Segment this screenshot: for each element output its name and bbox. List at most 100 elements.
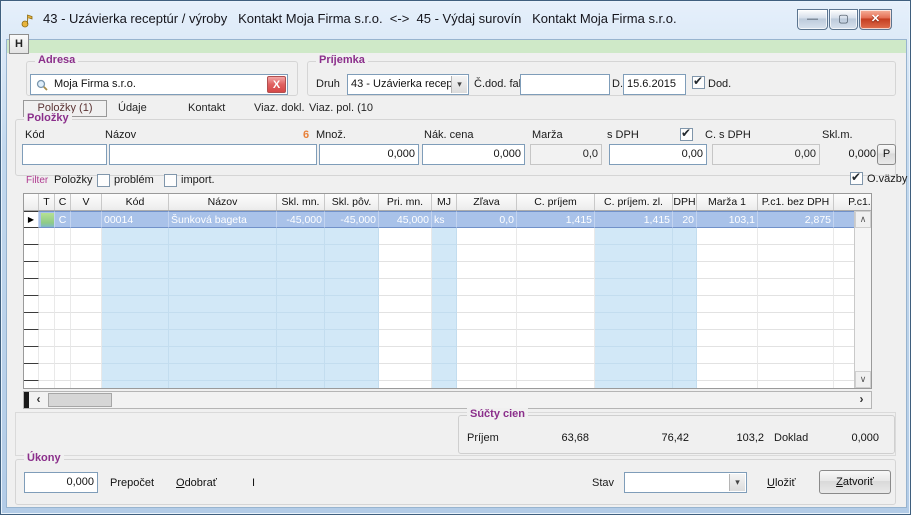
polozky-group: Položky Kód Názov 6 Množ. Nák. cena Marž… bbox=[15, 119, 896, 176]
scrollbar-thumb[interactable] bbox=[48, 393, 112, 407]
sdph-input[interactable]: 0,00 bbox=[609, 144, 707, 165]
row-marker-icon: ▶ bbox=[24, 211, 39, 228]
column-header-P.c1. s[interactable]: P.c1. s bbox=[834, 194, 872, 210]
ovazby-checkbox[interactable] bbox=[850, 172, 863, 185]
dod-label: Dod. bbox=[708, 78, 731, 90]
table-row-empty[interactable] bbox=[24, 364, 856, 381]
sdph-label: s DPH bbox=[607, 129, 639, 141]
tab-viaz-dokl[interactable]: Viaz. dokl. bbox=[254, 102, 305, 119]
stav-combobox[interactable]: ▾ bbox=[624, 472, 747, 493]
column-header-Marža 1[interactable]: Marža 1 bbox=[697, 194, 758, 210]
vertical-scrollbar[interactable]: ∧ ∨ bbox=[854, 211, 871, 388]
druh-combobox[interactable]: 43 - Uzávierka receptúr / ▾ bbox=[347, 74, 469, 95]
table-row-selected[interactable]: ▶C00014Šunková bageta-45,000-45,00045,00… bbox=[24, 211, 856, 228]
tab-kontakt[interactable]: Kontakt bbox=[188, 102, 225, 119]
column-header-Zľava[interactable]: Zľava bbox=[457, 194, 517, 210]
count-badge: 6 bbox=[303, 129, 309, 141]
column-header-Skl. pôv.[interactable]: Skl. pôv. bbox=[325, 194, 379, 210]
maximize-button[interactable]: ▢ bbox=[829, 9, 858, 30]
import-label: import. bbox=[181, 174, 215, 186]
column-header-C[interactable]: C bbox=[55, 194, 71, 210]
adresa-group: Adresa Moja Firma s.r.o. X bbox=[26, 61, 298, 96]
druh-label: Druh bbox=[316, 78, 340, 90]
sucty-legend: Súčty cien bbox=[467, 408, 528, 420]
odobrat-action[interactable]: Odobrať bbox=[176, 477, 217, 489]
grid-header: TCVKódNázovSkl. mn.Skl. pôv.Pri. mn.MJZľ… bbox=[24, 194, 871, 211]
problem-label: problém bbox=[114, 174, 154, 186]
table-row-empty[interactable] bbox=[24, 330, 856, 347]
table-row-empty[interactable] bbox=[24, 262, 856, 279]
horizontal-scrollbar[interactable]: ‹ › bbox=[23, 391, 872, 409]
kod-label: Kód bbox=[25, 129, 45, 141]
column-header-Názov[interactable]: Názov bbox=[169, 194, 277, 210]
minimize-button[interactable]: — bbox=[797, 9, 828, 30]
dod-checkbox[interactable] bbox=[692, 76, 705, 89]
h-button[interactable]: H bbox=[9, 34, 29, 54]
column-header-Skl. mn.[interactable]: Skl. mn. bbox=[277, 194, 325, 210]
grid-splitter-handle[interactable] bbox=[24, 392, 29, 408]
row-status-indicator bbox=[41, 213, 54, 227]
scroll-left-icon[interactable]: ‹ bbox=[30, 392, 47, 408]
window-title: 43 - Uzávierka receptúr / výroby Kontakt… bbox=[43, 11, 677, 26]
import-checkbox[interactable] bbox=[164, 174, 177, 187]
app-icon bbox=[19, 12, 35, 28]
column-header-marker[interactable] bbox=[24, 194, 39, 210]
chevron-down-icon[interactable]: ▾ bbox=[729, 474, 745, 491]
column-header-V[interactable]: V bbox=[71, 194, 102, 210]
filter-label: Filter bbox=[26, 175, 48, 186]
tab-udaje[interactable]: Údaje bbox=[118, 102, 147, 119]
scroll-down-icon[interactable]: ∨ bbox=[855, 371, 871, 388]
marza-label: Marža bbox=[532, 129, 563, 141]
marza-field: 0,0 bbox=[530, 144, 602, 165]
scroll-right-icon[interactable]: › bbox=[853, 392, 870, 408]
p-button[interactable]: P bbox=[877, 144, 896, 165]
ovazby-label: O.väzby bbox=[867, 173, 907, 185]
chevron-down-icon[interactable]: ▾ bbox=[451, 76, 467, 93]
column-header-Kód[interactable]: Kód bbox=[102, 194, 169, 210]
zatvorit-button[interactable]: Zatvoriť bbox=[819, 470, 891, 494]
toolbar-strip bbox=[7, 40, 906, 53]
column-header-C. príjem. zl.[interactable]: C. príjem. zl. bbox=[595, 194, 673, 210]
table-row-empty[interactable] bbox=[24, 347, 856, 364]
sucty-value-2: 76,42 bbox=[627, 432, 689, 444]
table-row-empty[interactable] bbox=[24, 245, 856, 262]
cdod-input[interactable] bbox=[520, 74, 610, 95]
clear-adresa-button[interactable]: X bbox=[267, 76, 286, 93]
ukony-input[interactable]: 0,000 bbox=[24, 472, 98, 493]
prijemka-legend: Príjemka bbox=[316, 54, 368, 66]
sucty-group: Súčty cien Príjem 63,68 76,42 103,2 Dokl… bbox=[458, 415, 895, 454]
i-action[interactable]: I bbox=[252, 477, 255, 489]
table-row-empty[interactable] bbox=[24, 279, 856, 296]
column-header-T[interactable]: T bbox=[39, 194, 55, 210]
table-row-empty[interactable] bbox=[24, 296, 856, 313]
column-header-C. príjem[interactable]: C. príjem bbox=[517, 194, 595, 210]
table-row-empty[interactable] bbox=[24, 313, 856, 330]
nak-cena-input[interactable]: 0,000 bbox=[422, 144, 525, 165]
sdph-checkbox[interactable] bbox=[680, 128, 693, 141]
stav-label: Stav bbox=[592, 477, 614, 489]
tab-viaz-pol[interactable]: Viaz. pol. (10 bbox=[309, 102, 373, 119]
kod-input[interactable] bbox=[22, 144, 107, 165]
search-icon bbox=[35, 78, 49, 92]
mnoz-input[interactable]: 0,000 bbox=[319, 144, 419, 165]
column-header-P.c1. bez DPH[interactable]: P.c1. bez DPH bbox=[758, 194, 834, 210]
problem-checkbox[interactable] bbox=[97, 174, 110, 187]
items-grid: TCVKódNázovSkl. mn.Skl. pôv.Pri. mn.MJZľ… bbox=[23, 193, 872, 389]
d-label: D. bbox=[612, 78, 623, 90]
column-header-MJ[interactable]: MJ bbox=[432, 194, 457, 210]
column-header-DPH[interactable]: DPH bbox=[673, 194, 697, 210]
column-header-Pri. mn.[interactable]: Pri. mn. bbox=[379, 194, 432, 210]
ulozit-action[interactable]: Uložiť bbox=[767, 477, 796, 489]
date-input[interactable]: 15.6.2015 bbox=[623, 74, 686, 95]
prepocet-action[interactable]: Prepočet bbox=[110, 477, 154, 489]
nazov-input[interactable] bbox=[109, 144, 317, 165]
table-row-empty[interactable] bbox=[24, 228, 856, 245]
close-button[interactable]: ✕ bbox=[859, 9, 892, 30]
table-row-empty[interactable] bbox=[24, 381, 856, 388]
adresa-field[interactable]: Moja Firma s.r.o. X bbox=[30, 74, 288, 95]
sklm-value: 0,000 bbox=[826, 148, 876, 160]
scroll-up-icon[interactable]: ∧ bbox=[855, 211, 871, 228]
csdph-label: C. s DPH bbox=[705, 129, 751, 141]
ukony-legend: Úkony bbox=[24, 452, 64, 464]
doklad-label: Doklad bbox=[774, 432, 808, 444]
